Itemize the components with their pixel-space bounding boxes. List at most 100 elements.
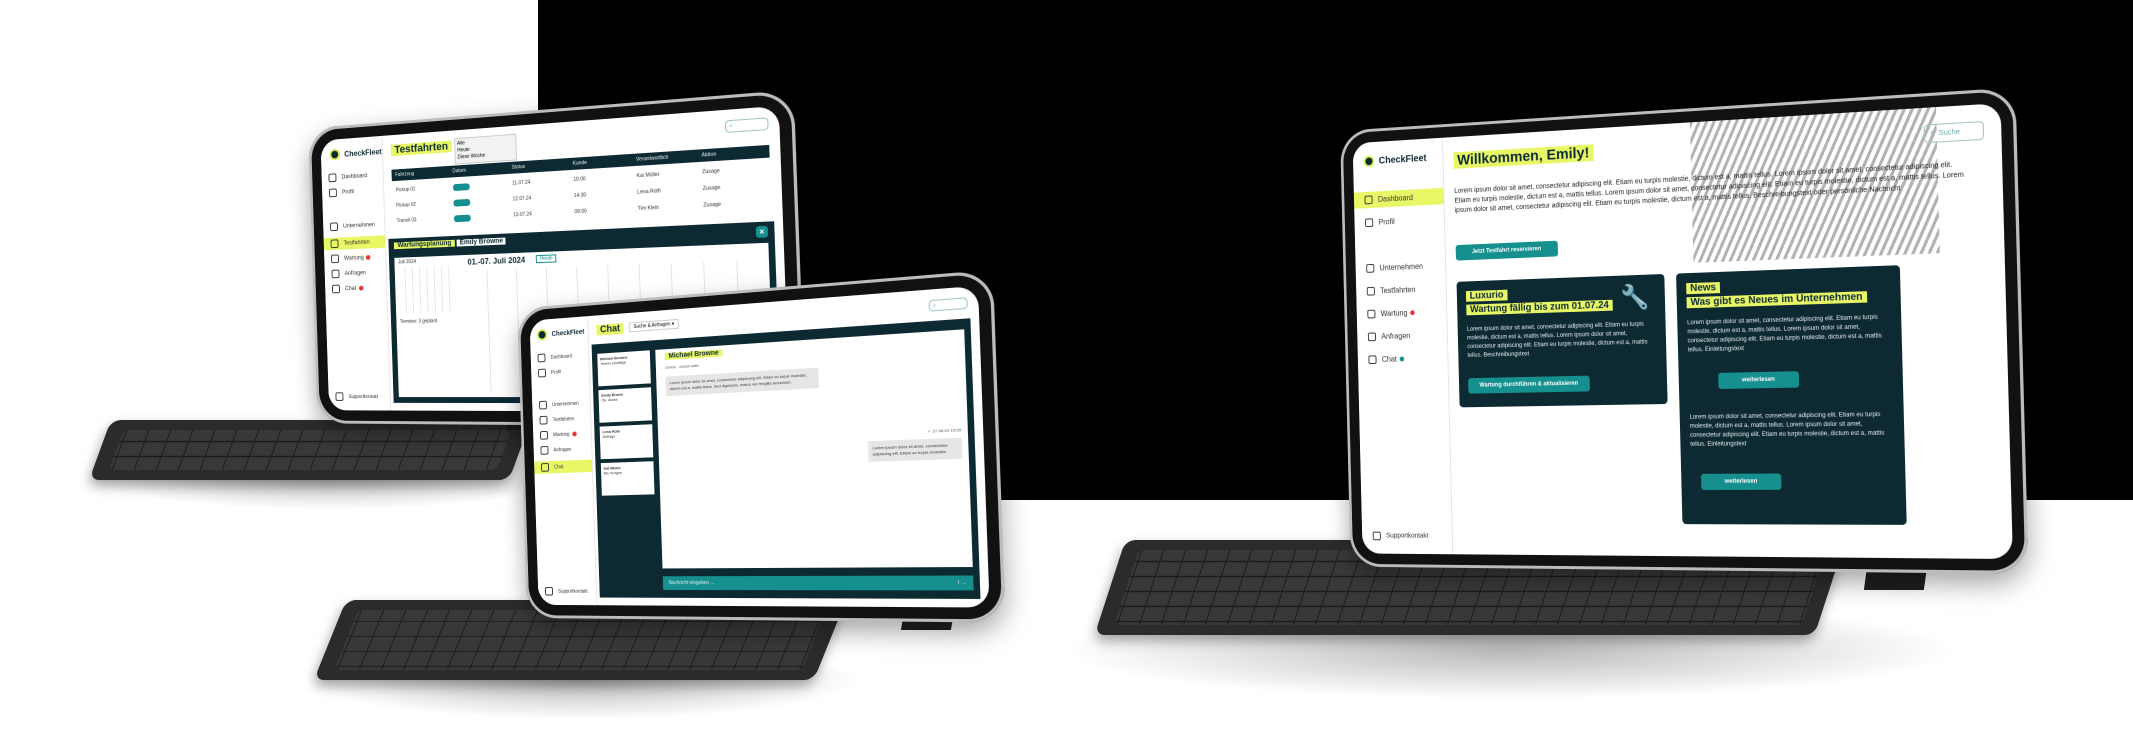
nav-label: Chat — [1382, 355, 1397, 364]
nav-label: Chat — [554, 464, 563, 470]
user-icon — [329, 188, 337, 197]
card-tag: Luxurio — [1466, 290, 1507, 302]
nav-unternehmen[interactable]: Unternehmen — [1366, 262, 1423, 273]
cell: 11.07.24 — [512, 177, 573, 187]
conversation-item[interactable]: Lena Roth Anfrage — [600, 424, 654, 459]
status-pill[interactable] — [454, 214, 471, 222]
paperclip-icon[interactable]: ⌇ — [957, 580, 960, 586]
car-icon — [1367, 287, 1375, 296]
logo-icon — [1364, 155, 1375, 167]
nav-label: Testfahrten — [1380, 285, 1416, 295]
cell — [453, 196, 512, 206]
nav-testfahrten[interactable]: Testfahrten — [1367, 285, 1416, 295]
col-header[interactable]: Aktion — [701, 148, 769, 159]
chat-filter-select[interactable]: Suche & Anfragen ▾ — [629, 319, 679, 332]
notification-dot — [572, 431, 577, 436]
brand-name: CheckFleet — [552, 328, 585, 337]
check-icon: ✓ — [928, 428, 932, 433]
nav-wartung[interactable]: Wartung — [540, 430, 577, 440]
search-placeholder: Suche — [1939, 128, 1960, 137]
nav-dashboard[interactable]: Dashboard — [1354, 188, 1444, 209]
cell: 12.07.24 — [513, 193, 574, 202]
nav-anfragen[interactable]: Anfragen — [332, 269, 367, 279]
col-header[interactable]: Kunde — [573, 157, 636, 167]
maintenance-button[interactable]: Wartung durchführen & aktualisieren — [1468, 376, 1590, 394]
inbox-icon — [540, 446, 548, 455]
conversation-item[interactable]: Michael Browne Termin bestätigt — [597, 350, 651, 386]
tablet-dashboard: CheckFleet Dashboard Profil Unternehmen … — [1340, 87, 2029, 574]
close-button[interactable]: × — [756, 226, 768, 238]
message-input[interactable]: Nachricht eingeben ... ⌇ → — [663, 576, 974, 591]
message-incoming: Lorem ipsum dolor sit amet, consectetur … — [665, 368, 819, 397]
col-header[interactable]: Datum — [452, 165, 511, 175]
notification-dot — [1400, 357, 1405, 362]
wrench-icon — [331, 254, 339, 263]
nav-dashboard[interactable]: Dashboard — [328, 171, 367, 182]
nav-chat[interactable]: Chat — [332, 284, 363, 294]
planning-tab[interactable]: Wartungsplanung — [394, 240, 455, 249]
conversation-preview: Termin bestätigt — [600, 360, 626, 366]
read-more-button[interactable]: weiterlesen — [1718, 371, 1799, 389]
home-icon — [1365, 195, 1373, 204]
conversation-item[interactable]: Kai Müller Bis morgen — [601, 461, 655, 495]
conversation-list: Michael Browne Termin bestätigt Emily Bro… — [597, 350, 657, 568]
nav-chat[interactable]: Chat — [1368, 355, 1404, 364]
nav-profil[interactable]: Profil — [1365, 217, 1395, 227]
support-link[interactable]: Supportkontakt — [1373, 532, 1429, 541]
card-headline: Was gibt es Neues im Unternehmen — [1686, 291, 1866, 308]
support-link[interactable]: Supportkontakt — [545, 587, 588, 596]
nav-chat[interactable]: Chat — [534, 460, 592, 474]
planning-header: Wartungsplanung Emily Browne — [394, 238, 506, 250]
inbox-icon — [1368, 332, 1376, 341]
home-icon — [538, 353, 546, 362]
card-body: Lorem ipsum dolor sit amet, consectetur … — [1689, 411, 1894, 450]
send-icon[interactable]: → — [961, 580, 967, 586]
cell — [453, 180, 512, 190]
support-link[interactable]: Supportkontakt — [335, 392, 378, 401]
nav-label: Testfahrten — [344, 239, 370, 246]
read-more-button[interactable]: weiterlesen — [1701, 473, 1782, 489]
nav-anfragen[interactable]: Anfragen — [1368, 331, 1411, 341]
logo-icon — [537, 329, 548, 341]
search-icon: ⌕ — [1930, 129, 1934, 138]
nav-profil[interactable]: Profil — [538, 368, 561, 378]
nav-testfahrten[interactable]: Testfahrten — [540, 414, 575, 424]
nav-unternehmen[interactable]: Unternehmen — [330, 220, 375, 231]
nav-label: Profil — [551, 369, 561, 375]
chat-panel: Michael Browne Termin bestätigt Emily Bro… — [592, 318, 981, 599]
mini-calendar[interactable] — [398, 265, 454, 313]
inbox-icon — [332, 270, 340, 279]
status-pill[interactable] — [453, 198, 470, 206]
nav-anfragen[interactable]: Anfragen — [540, 445, 571, 455]
nav-unternehmen[interactable]: Unternehmen — [539, 399, 579, 410]
card-body: Lorem ipsum dolor sit amet, consectetur … — [1467, 320, 1657, 361]
reserve-testfahrt-button[interactable]: Jetzt Testfahrt reservieren — [1456, 241, 1558, 261]
nav-profil[interactable]: Profil — [329, 187, 354, 197]
tablet-screen: CheckFleet Dashboard Profil Unternehmen … — [1353, 103, 2013, 559]
support-label: Supportkontakt — [348, 394, 378, 400]
filter-dropdown[interactable]: Alle Heute Diese Woche — [454, 134, 517, 165]
col-header[interactable]: Verantwortlich — [636, 152, 702, 162]
cell: Transit 03 — [393, 215, 454, 224]
chat-icon — [541, 463, 549, 472]
search-icon: ⌕ — [933, 302, 936, 309]
conversation-item[interactable]: Emily Brown Ok, danke — [598, 387, 652, 423]
contact-name: Michael Browne — [665, 349, 723, 360]
cell: 13.07.24 — [513, 209, 574, 218]
nav-testfahrten[interactable]: Testfahrten — [324, 235, 385, 250]
search-input[interactable]: ⌕ — [928, 297, 967, 311]
nav-dashboard[interactable]: Dashboard — [538, 352, 573, 363]
nav-wartung[interactable]: Wartung — [1367, 308, 1414, 318]
contact-status: Online · zuletzt aktiv — [665, 363, 699, 370]
status-pill[interactable] — [453, 183, 470, 191]
filter-label: Suche & Anfragen — [633, 321, 670, 330]
headset-icon — [1373, 532, 1381, 541]
col-header[interactable]: Status — [511, 161, 572, 171]
col-header[interactable]: Fahrzeug — [392, 169, 453, 179]
today-button[interactable]: Heute — [536, 254, 557, 263]
search-input[interactable]: ⌕ Suche — [1924, 121, 1985, 143]
search-input[interactable]: ⌕ — [725, 117, 769, 133]
nav-wartung[interactable]: Wartung — [331, 253, 371, 263]
sidebar: CheckFleet Dashboard Profil Unternehmen … — [530, 316, 598, 605]
notification-dot — [366, 255, 371, 260]
